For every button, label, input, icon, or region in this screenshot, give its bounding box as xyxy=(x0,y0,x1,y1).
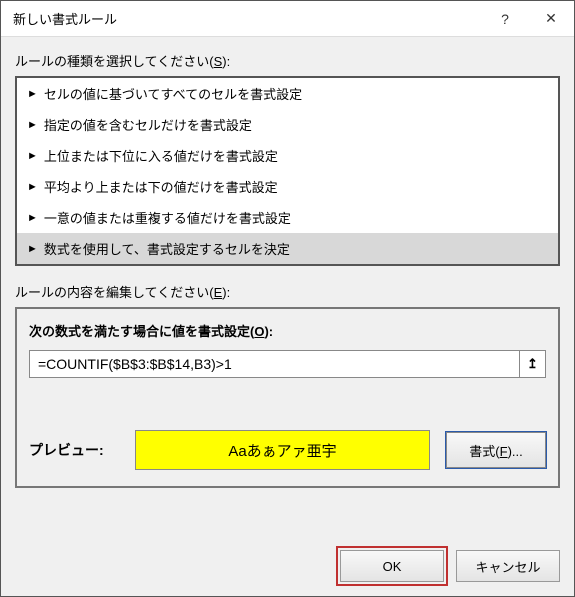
format-button[interactable]: 書式(F)... xyxy=(446,432,546,468)
dialog-title: 新しい書式ルール xyxy=(13,9,482,28)
preview-sample: Aaあぁアァ亜宇 xyxy=(135,430,430,470)
ok-button[interactable]: OK xyxy=(340,550,444,582)
collapse-dialog-icon: ↥ xyxy=(527,356,538,372)
rule-type-item[interactable]: ► 上位または下位に入る値だけを書式設定 xyxy=(17,140,558,171)
rule-type-item-selected[interactable]: ► 数式を使用して、書式設定するセルを決定 xyxy=(17,233,558,264)
arrow-icon: ► xyxy=(27,119,38,131)
formula-input[interactable] xyxy=(29,350,520,378)
formula-header: 次の数式を満たす場合に値を書式設定(O): xyxy=(29,321,546,340)
arrow-icon: ► xyxy=(27,243,38,255)
rule-edit-box: 次の数式を満たす場合に値を書式設定(O): ↥ プレビュー: Aaあぁアァ亜宇 … xyxy=(15,307,560,488)
rule-type-item[interactable]: ► 一意の値または重複する値だけを書式設定 xyxy=(17,202,558,233)
rule-type-text: 数式を使用して、書式設定するセルを決定 xyxy=(44,239,290,258)
rule-type-text: 指定の値を含むセルだけを書式設定 xyxy=(44,115,252,134)
arrow-icon: ► xyxy=(27,88,38,100)
arrow-icon: ► xyxy=(27,212,38,224)
close-icon: ✕ xyxy=(545,10,557,27)
rule-type-text: セルの値に基づいてすべてのセルを書式設定 xyxy=(44,84,302,103)
preview-label: プレビュー: xyxy=(29,440,119,460)
rule-type-text: 上位または下位に入る値だけを書式設定 xyxy=(44,146,278,165)
range-picker-button[interactable]: ↥ xyxy=(520,350,546,378)
rule-type-text: 一意の値または重複する値だけを書式設定 xyxy=(44,208,291,227)
arrow-icon: ► xyxy=(27,181,38,193)
help-button[interactable]: ? xyxy=(482,1,528,37)
help-icon: ? xyxy=(501,11,509,27)
cancel-button[interactable]: キャンセル xyxy=(456,550,560,582)
rule-type-text: 平均より上または下の値だけを書式設定 xyxy=(44,177,278,196)
rule-edit-label: ルールの内容を編集してください(E): xyxy=(15,282,560,301)
rule-type-item[interactable]: ► セルの値に基づいてすべてのセルを書式設定 xyxy=(17,78,558,109)
close-button[interactable]: ✕ xyxy=(528,1,574,37)
rule-type-label: ルールの種類を選択してください(S): xyxy=(15,51,560,70)
new-formatting-rule-dialog: 新しい書式ルール ? ✕ ルールの種類を選択してください(S): ► セルの値に… xyxy=(0,0,575,597)
titlebar: 新しい書式ルール ? ✕ xyxy=(1,1,574,37)
rule-type-item[interactable]: ► 平均より上または下の値だけを書式設定 xyxy=(17,171,558,202)
arrow-icon: ► xyxy=(27,150,38,162)
rule-type-item[interactable]: ► 指定の値を含むセルだけを書式設定 xyxy=(17,109,558,140)
rule-type-list: ► セルの値に基づいてすべてのセルを書式設定 ► 指定の値を含むセルだけを書式設… xyxy=(15,76,560,266)
